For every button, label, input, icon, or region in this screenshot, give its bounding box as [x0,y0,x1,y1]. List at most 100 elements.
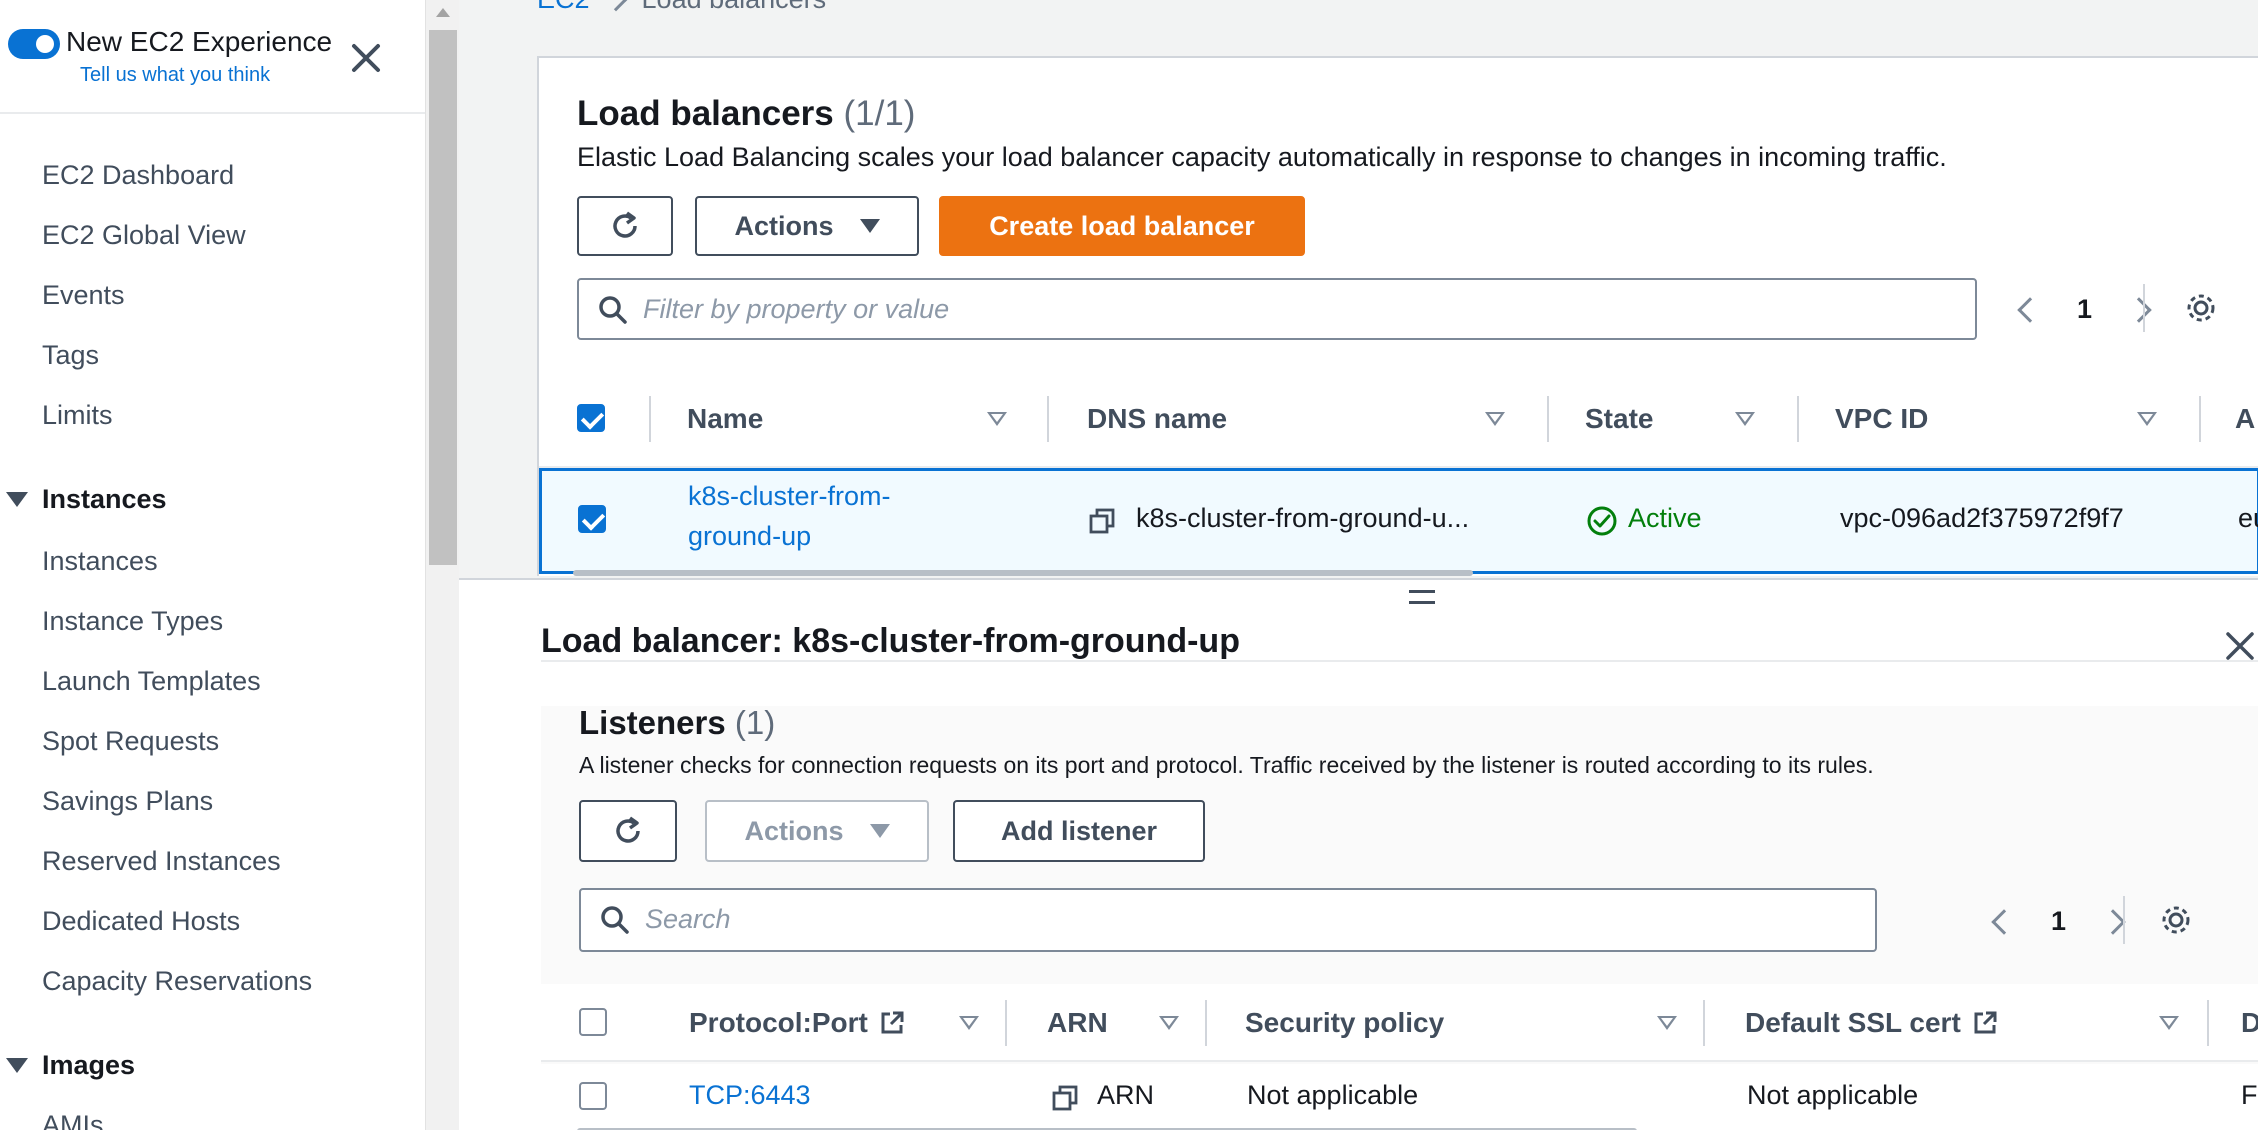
column-header-vpc-id[interactable]: VPC ID [1835,370,1928,468]
new-experience-toggle[interactable] [8,29,60,59]
sort-icon[interactable] [987,412,1007,426]
create-load-balancer-button[interactable]: Create load balancer [939,196,1305,256]
external-link-icon [1974,1011,1997,1034]
column-header-availability-zones[interactable]: A [2235,370,2255,468]
sort-icon[interactable] [2159,1016,2179,1030]
sidebar-item-events[interactable]: Events [42,280,125,311]
listeners-search-box[interactable] [579,888,1877,952]
vpc-id-value: vpc-096ad2f375972f9f7 [1840,503,2124,533]
close-icon[interactable] [346,38,386,78]
sidebar-scrollbar[interactable] [425,0,459,1130]
caret-down-icon [6,1058,28,1073]
close-icon[interactable] [2222,628,2258,664]
sidebar-item-savings-plans[interactable]: Savings Plans [42,786,213,817]
column-header-default-action[interactable]: D [2241,984,2258,1062]
page-number[interactable]: 1 [2077,294,2092,325]
availability-zone-value: eu [2238,503,2258,533]
sidebar-item-limits[interactable]: Limits [42,400,113,431]
column-separator[interactable] [1205,1000,1207,1046]
sidebar-section-images[interactable]: Images [6,1050,135,1081]
caret-down-icon [859,219,880,233]
column-header-name[interactable]: Name [687,370,763,468]
table-horizontal-scrollbar[interactable] [573,570,1473,576]
column-separator[interactable] [2199,396,2201,442]
column-separator[interactable] [1797,396,1799,442]
protocol-port-link[interactable]: TCP:6443 [689,1080,811,1111]
column-separator[interactable] [1047,396,1049,442]
listeners-description: A listener checks for connection request… [579,752,1874,778]
refresh-button[interactable] [577,196,673,256]
sidebar-item-spot-requests[interactable]: Spot Requests [42,726,219,757]
default-action-value: F [2241,1080,2258,1110]
listeners-select-all-checkbox[interactable] [579,1008,607,1036]
chevron-right-icon[interactable] [2100,908,2126,935]
sort-icon[interactable] [959,1016,979,1030]
settings-gear-icon[interactable] [2183,290,2219,326]
listeners-search-input[interactable] [645,890,1859,948]
chevron-left-icon[interactable] [1991,908,2017,935]
row-checkbox[interactable] [578,505,606,533]
table-row[interactable]: TCP:6443 ARN Not applicable Not applicab… [541,1064,2258,1130]
listener-row-checkbox[interactable] [579,1082,607,1110]
pagination: 1 [2017,294,2152,325]
sidebar-item-ec2-dashboard[interactable]: EC2 Dashboard [42,160,234,191]
table-header: Name DNS name State VPC ID A [539,370,2258,468]
sidebar-item-instances[interactable]: Instances [42,546,158,577]
sidebar-item-amis[interactable]: AMIs [42,1110,104,1130]
filter-search-box[interactable] [577,278,1977,340]
column-header-protocol-port-label: Protocol:Port [689,1007,868,1038]
sidebar-item-dedicated-hosts[interactable]: Dedicated Hosts [42,906,240,937]
table-row[interactable]: k8s-cluster-from- ground-up k8s-cluster-… [539,468,2258,574]
chevron-right-icon[interactable] [2126,296,2152,323]
chevron-right-icon [604,0,627,11]
breadcrumb: EC2 Load balancers [537,0,826,15]
filter-input[interactable] [643,280,1959,338]
add-listener-button[interactable]: Add listener [953,800,1205,862]
resize-handle-icon[interactable] [1409,590,1435,604]
sidebar-item-capacity-reservations[interactable]: Capacity Reservations [42,966,312,997]
copy-icon[interactable] [1051,1084,1079,1112]
listeners-pagination: 1 [1991,906,2126,937]
copy-icon[interactable] [1088,507,1116,535]
load-balancer-name-line1[interactable]: k8s-cluster-from- [688,481,891,512]
listeners-count: (1) [734,704,776,741]
select-all-checkbox[interactable] [577,404,605,432]
listeners-title-text: Listeners [579,704,726,741]
settings-gear-icon[interactable] [2158,902,2194,938]
column-separator[interactable] [1703,1000,1705,1046]
load-balancer-name-line2[interactable]: ground-up [688,521,811,552]
sidebar-item-ec2-global-view[interactable]: EC2 Global View [42,220,246,251]
sort-icon[interactable] [2137,412,2157,426]
sidebar-item-launch-templates[interactable]: Launch Templates [42,666,261,697]
sort-icon[interactable] [1159,1016,1179,1030]
actions-label: Actions [734,210,834,241]
scrollbar-thumb[interactable] [429,30,457,565]
column-header-protocol-port[interactable]: Protocol:Port [689,984,906,1062]
column-separator[interactable] [1005,1000,1007,1046]
listeners-refresh-button[interactable] [579,800,677,862]
column-separator[interactable] [1547,396,1549,442]
column-header-security-policy[interactable]: Security policy [1245,984,1444,1062]
column-header-dns-name[interactable]: DNS name [1087,370,1227,468]
actions-button[interactable]: Actions [695,196,919,256]
chevron-left-icon[interactable] [2017,296,2043,323]
column-header-state[interactable]: State [1585,370,1653,468]
sidebar-item-instance-types[interactable]: Instance Types [42,606,223,637]
scroll-up-icon[interactable] [436,8,450,17]
sort-icon[interactable] [1735,412,1755,426]
sidebar-item-reserved-instances[interactable]: Reserved Instances [42,846,281,877]
sidebar-item-tags[interactable]: Tags [42,340,99,371]
sidebar-section-instances[interactable]: Instances [6,484,167,515]
feedback-link[interactable]: Tell us what you think [80,64,270,87]
sort-icon[interactable] [1657,1016,1677,1030]
listeners-actions-button[interactable]: Actions [705,800,929,862]
column-header-arn[interactable]: ARN [1047,984,1108,1062]
sort-icon[interactable] [1485,412,1505,426]
sidebar-section-label: Instances [42,484,167,514]
column-separator[interactable] [2207,1000,2209,1046]
listeners-table-header: Protocol:Port ARN Security policy Defaul… [541,984,2258,1062]
success-check-icon [1587,506,1617,536]
breadcrumb-ec2[interactable]: EC2 [537,0,590,15]
column-header-default-ssl-cert[interactable]: Default SSL cert [1745,984,1999,1062]
listeners-page-number[interactable]: 1 [2051,906,2066,937]
